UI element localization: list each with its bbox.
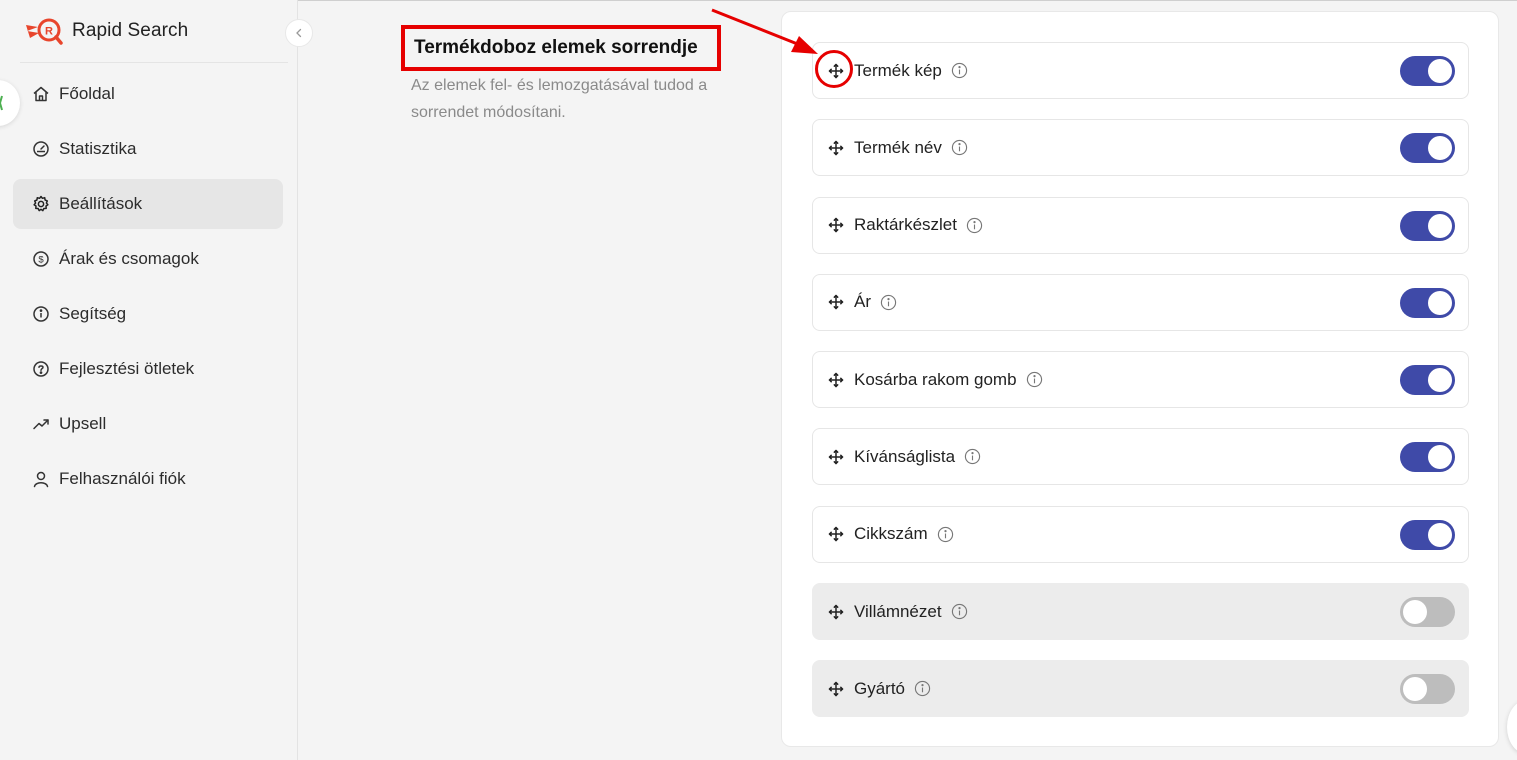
row-label: Raktárkészlet [854, 215, 957, 235]
sidebar-collapse-button[interactable] [285, 19, 313, 47]
drag-handle-icon[interactable] [827, 293, 845, 311]
rapid-search-logo-icon: R [26, 18, 63, 45]
dollar-circle-icon: $ [33, 251, 49, 267]
sidebar-item-fooldal[interactable]: Főoldal [13, 69, 283, 119]
visibility-toggle[interactable] [1400, 133, 1455, 164]
visibility-toggle[interactable] [1400, 210, 1455, 241]
sortable-row[interactable]: Cikkszám [812, 505, 1469, 563]
section-description: Az elemek fel- és lemozgatásával tudod a… [411, 77, 708, 121]
row-label: Kosárba rakom gomb [854, 369, 1017, 389]
sidebar-item-label: Felhasználói fiók [59, 469, 186, 488]
info-icon[interactable] [1026, 371, 1043, 388]
home-icon [33, 86, 49, 102]
sortable-row[interactable]: Raktárkészlet [812, 196, 1469, 254]
section-title-highlight: Termékdoboz elemek sorrendje [401, 25, 721, 71]
sortable-row[interactable]: Kosárba rakom gomb [812, 351, 1469, 409]
user-icon [33, 471, 49, 488]
toggle-knob [1428, 368, 1452, 393]
sortable-row[interactable]: Kívánságlista [812, 428, 1469, 486]
visibility-toggle[interactable] [1400, 56, 1455, 86]
toggle-knob [1428, 213, 1452, 238]
chevron-left-icon [296, 28, 302, 38]
info-icon[interactable] [914, 680, 931, 697]
sortable-row[interactable]: Gyártó [812, 660, 1469, 718]
sortable-list: Termék kép Termék név Raktárkészlet Ár Kosár… [812, 42, 1469, 738]
gauge-icon [33, 141, 49, 157]
settings-card: Termék kép Termék név Raktárkészlet Ár Kosár… [781, 11, 1499, 747]
drag-handle-icon[interactable] [827, 680, 845, 698]
brand-divider [20, 62, 288, 63]
sidebar-item-statisztika[interactable]: Statisztika [13, 124, 283, 174]
drag-handle-icon[interactable] [827, 525, 845, 543]
drag-handle-icon[interactable] [827, 371, 845, 389]
sidebar-item-label: Árak és csomagok [59, 249, 199, 268]
sortable-row[interactable]: Termék kép [812, 42, 1469, 99]
sidebar-item-felhasznaloi-fiok[interactable]: Felhasználói fiók [13, 454, 283, 504]
info-icon[interactable] [951, 62, 968, 79]
gear-icon [33, 195, 49, 212]
sortable-row[interactable]: Termék név [812, 119, 1469, 177]
sidebar-item-upsell[interactable]: Upsell [13, 399, 283, 449]
section-title: Termékdoboz elemek sorrendje [414, 37, 698, 58]
visibility-toggle[interactable] [1400, 442, 1455, 473]
widget-indicator-icon [0, 95, 3, 111]
visibility-toggle[interactable] [1400, 519, 1455, 550]
trend-up-icon [33, 419, 49, 430]
toggle-knob [1428, 59, 1452, 83]
sidebar-item-label: Beállítások [59, 194, 143, 213]
info-icon[interactable] [966, 217, 983, 234]
toggle-knob [1428, 522, 1452, 547]
info-circle-icon [33, 306, 49, 322]
row-label: Cikkszám [854, 524, 928, 544]
row-label: Gyártó [854, 678, 906, 698]
svg-text:$: $ [38, 255, 44, 266]
visibility-toggle[interactable] [1400, 287, 1455, 318]
app-name: Rapid Search [72, 20, 189, 41]
sortable-row[interactable]: Ár [812, 273, 1469, 331]
drag-handle-highlight-circle [815, 50, 853, 88]
row-label: Villámnézet [854, 601, 942, 621]
sortable-row[interactable]: Villámnézet [812, 583, 1469, 641]
drag-handle-icon[interactable] [827, 603, 845, 621]
row-label: Termék kép [854, 60, 942, 80]
brand[interactable]: R Rapid Search [24, 14, 188, 48]
toggle-knob [1403, 677, 1427, 702]
toggle-knob [1428, 136, 1452, 161]
sidebar-item-label: Upsell [59, 414, 107, 433]
toggle-knob [1428, 445, 1452, 470]
visibility-toggle[interactable] [1400, 365, 1455, 396]
row-label: Termék név [854, 137, 942, 157]
visibility-toggle[interactable] [1400, 597, 1455, 628]
sidebar-item-label: Statisztika [59, 139, 137, 158]
row-label: Ár [854, 292, 871, 312]
info-icon[interactable] [951, 139, 968, 156]
sidebar-item-label: Segítség [59, 304, 127, 323]
row-label: Kívánságlista [854, 446, 956, 466]
sidebar: R Rapid Search Főoldal Statisztika Beáll… [0, 0, 298, 760]
drag-handle-icon[interactable] [827, 139, 845, 157]
question-circle-icon [33, 361, 49, 377]
sidebar-nav: Főoldal Statisztika Beállítások $ Árak é… [13, 69, 283, 509]
info-icon[interactable] [937, 526, 954, 543]
sidebar-item-label: Főoldal [59, 84, 115, 103]
drag-handle-icon[interactable] [827, 216, 845, 234]
sidebar-item-segitseg[interactable]: Segítség [13, 289, 283, 339]
drag-handle-icon[interactable] [827, 448, 845, 466]
info-icon[interactable] [951, 603, 968, 620]
svg-text:R: R [45, 26, 53, 38]
info-icon[interactable] [964, 448, 981, 465]
toggle-knob [1403, 600, 1427, 625]
visibility-toggle[interactable] [1400, 674, 1455, 705]
sidebar-item-arak-es-csomagok[interactable]: $ Árak és csomagok [13, 234, 283, 284]
toggle-knob [1428, 290, 1452, 315]
sidebar-item-label: Fejlesztési ötletek [59, 359, 195, 378]
sidebar-item-beallitasok[interactable]: Beállítások [13, 179, 283, 229]
info-icon[interactable] [880, 294, 897, 311]
sidebar-item-fejlesztesi-otletek[interactable]: Fejlesztési ötletek [13, 344, 283, 394]
